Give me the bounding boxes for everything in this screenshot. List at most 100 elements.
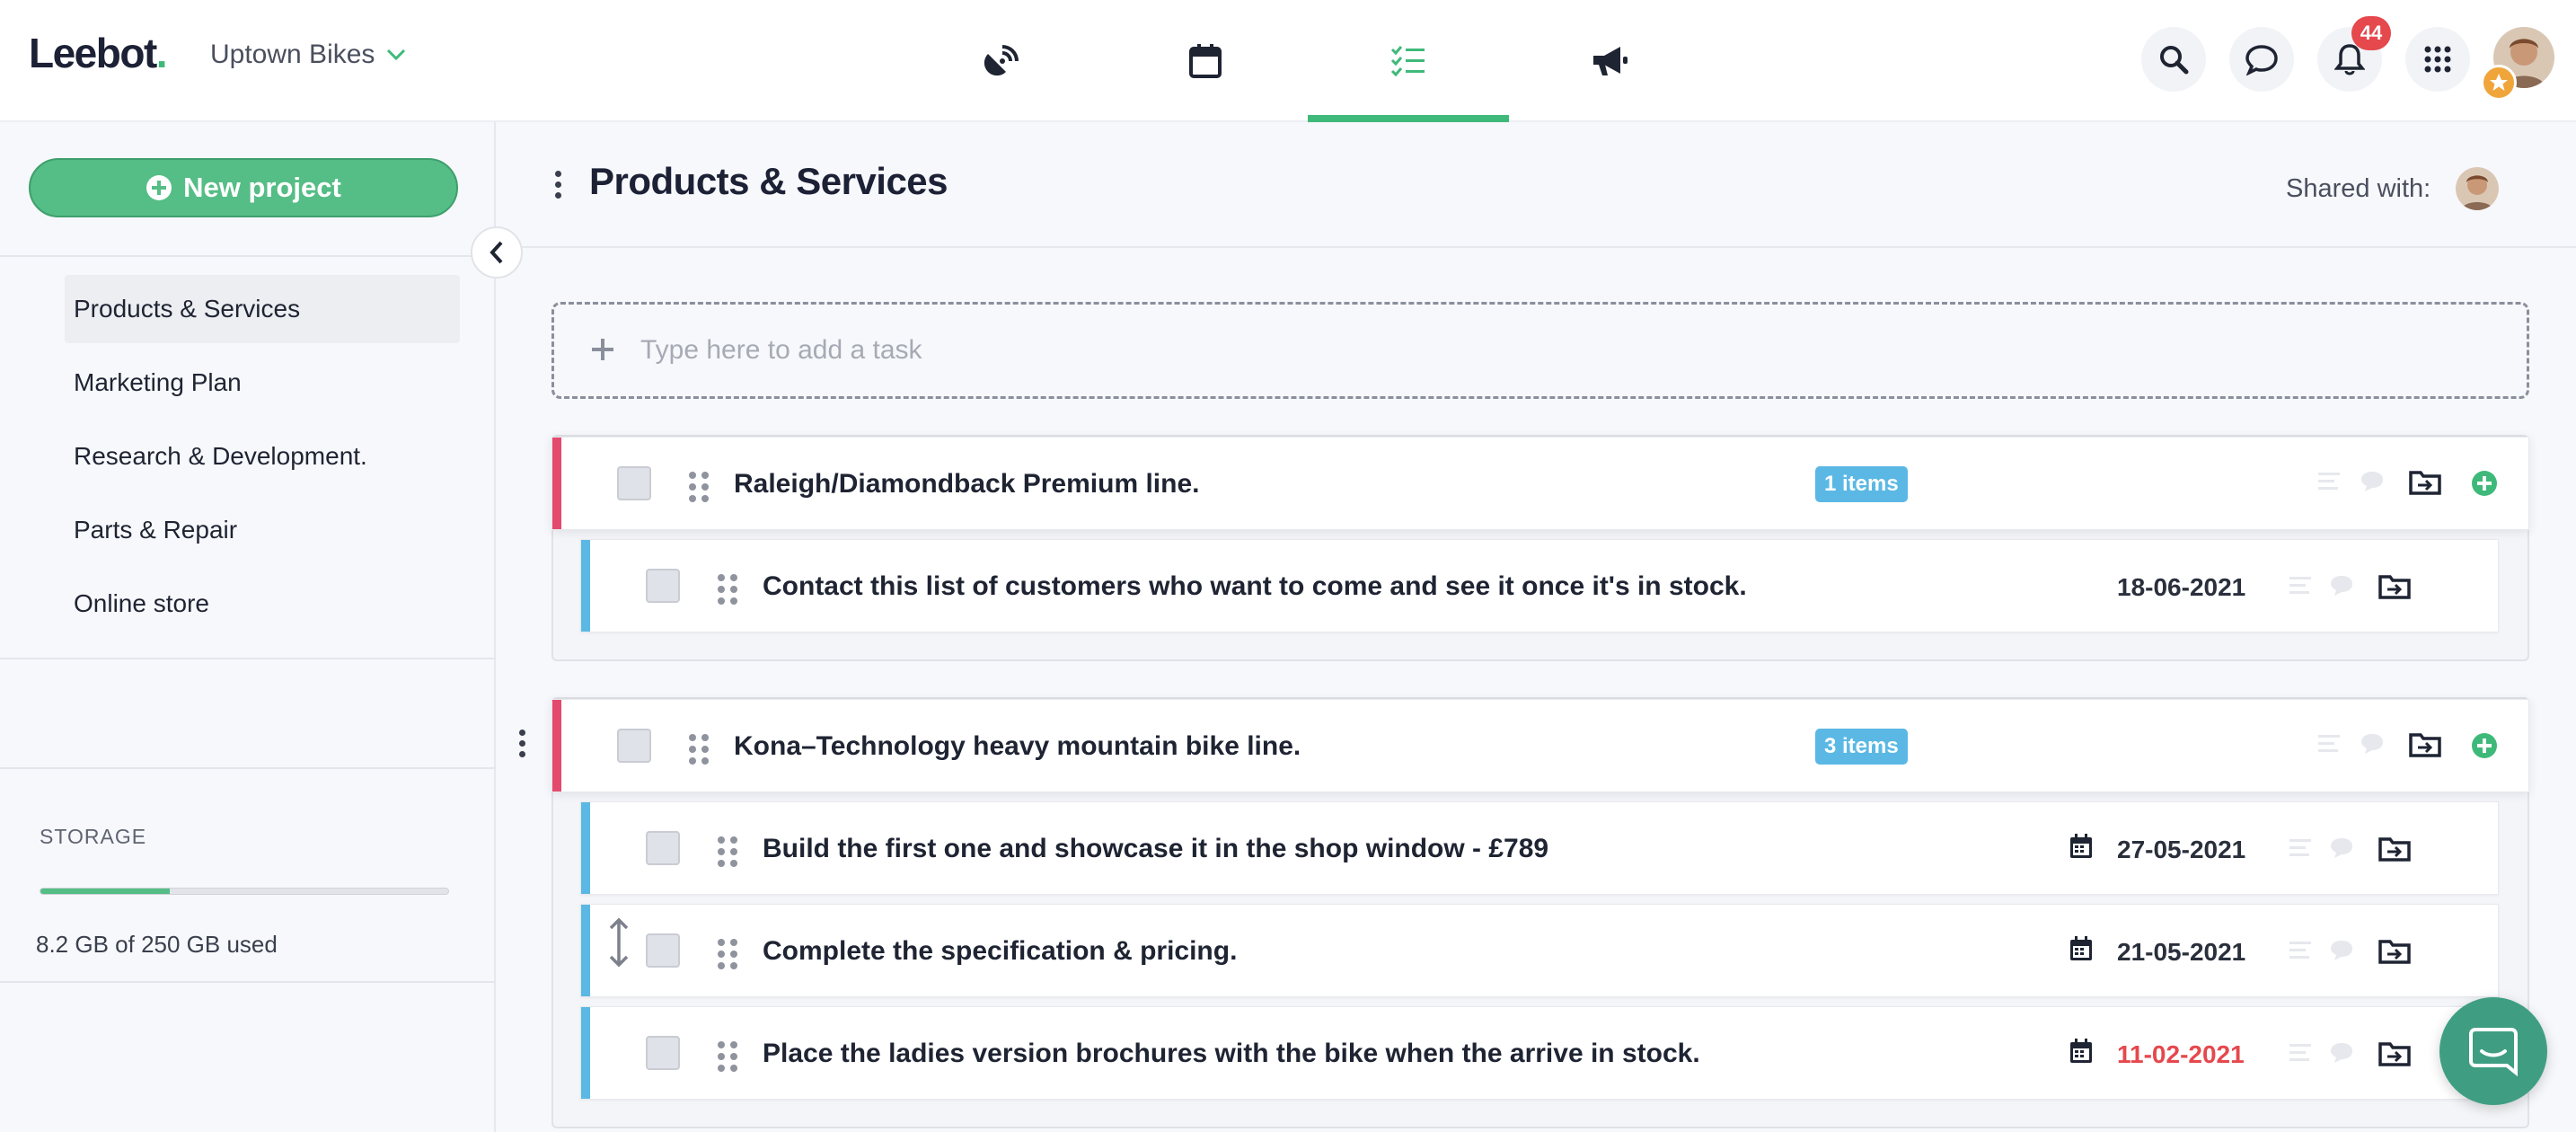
task-row[interactable]: Complete the specification & pricing. 21… (580, 904, 2499, 997)
drag-handle-icon[interactable] (718, 836, 737, 867)
sidebar: New project Products & Services Marketin… (0, 122, 496, 1132)
storage-usage-text: 8.2 GB of 250 GB used (36, 931, 278, 958)
sidebar-divider (0, 767, 496, 769)
organization-switcher[interactable]: Uptown Bikes (210, 40, 407, 70)
calendar-icon (2069, 935, 2094, 962)
task-title[interactable]: Complete the specification & pricing. (763, 936, 1237, 967)
task-row[interactable]: Build the first one and showcase it in t… (580, 801, 2499, 895)
move-to-folder-icon[interactable] (2408, 468, 2442, 497)
task-checkbox[interactable] (646, 933, 680, 968)
nav-tasks[interactable] (1308, 0, 1509, 122)
messages-button[interactable] (2229, 27, 2294, 92)
nav-calendar[interactable] (1105, 0, 1306, 122)
sidebar-project-online-store[interactable]: Online store (65, 570, 460, 638)
chat-bubble-icon (2245, 45, 2278, 75)
group-title[interactable]: Kona–Technology heavy mountain bike line… (734, 731, 1301, 762)
task-checkbox[interactable] (646, 569, 680, 603)
move-to-folder-icon[interactable] (2408, 730, 2442, 759)
move-to-folder-icon[interactable] (2378, 835, 2412, 863)
group-menu-kebab-icon[interactable] (519, 730, 525, 757)
search-button[interactable] (2141, 27, 2206, 92)
task-due-date[interactable]: 18-06-2021 (2117, 573, 2245, 602)
nav-satellite[interactable] (902, 0, 1103, 122)
shared-user-avatar[interactable] (2456, 167, 2499, 210)
comment-icon[interactable] (2329, 1041, 2354, 1065)
add-task-field[interactable] (551, 302, 2529, 399)
task-title[interactable]: Build the first one and showcase it in t… (763, 834, 1548, 864)
description-icon[interactable] (2316, 470, 2342, 493)
items-count-badge: 1 items (1815, 466, 1908, 502)
reorder-arrows-icon[interactable] (607, 916, 631, 968)
comment-icon[interactable] (2329, 574, 2354, 597)
storage-label: STORAGE (40, 825, 147, 848)
project-menu-kebab-icon[interactable] (555, 171, 561, 199)
task-list-icon (1390, 46, 1425, 77)
task-due-date[interactable]: 21-05-2021 (2117, 938, 2245, 967)
megaphone-icon (1593, 47, 1628, 75)
sidebar-divider (0, 658, 496, 659)
task-title[interactable]: Place the ladies version brochures with … (763, 1039, 1700, 1069)
calendar-icon (2069, 833, 2094, 860)
nav-announcements[interactable] (1509, 0, 1710, 122)
task-row[interactable]: Contact this list of customers who want … (580, 539, 2499, 632)
search-icon (2160, 46, 2189, 75)
sidebar-project-marketing-plan[interactable]: Marketing Plan (65, 349, 460, 417)
star-badge-icon (2481, 65, 2517, 101)
group-title[interactable]: Raleigh/Diamondback Premium line. (734, 469, 1199, 500)
sidebar-project-parts-repair[interactable]: Parts & Repair (65, 496, 460, 564)
notification-count-badge: 44 (2351, 16, 2391, 50)
sidebar-divider (0, 255, 496, 257)
organization-name: Uptown Bikes (210, 40, 375, 69)
task-row[interactable]: Place the ladies version brochures with … (580, 1006, 2499, 1100)
drag-handle-icon[interactable] (718, 939, 737, 969)
drag-handle-icon[interactable] (689, 472, 709, 502)
task-group-row[interactable]: Kona–Technology heavy mountain bike line… (551, 699, 2529, 792)
description-icon[interactable] (2288, 574, 2313, 597)
chat-widget-icon (2469, 1028, 2518, 1077)
description-icon[interactable] (2316, 732, 2342, 756)
task-checkbox[interactable] (646, 831, 680, 865)
move-to-folder-icon[interactable] (2378, 1039, 2412, 1068)
add-subtask-icon[interactable] (2471, 470, 2498, 497)
chevron-down-icon (387, 49, 406, 61)
task-color-stripe (581, 802, 590, 894)
description-icon[interactable] (2288, 1041, 2313, 1065)
move-to-folder-icon[interactable] (2378, 937, 2412, 966)
drag-handle-icon[interactable] (718, 1041, 737, 1072)
sidebar-project-research-development[interactable]: Research & Development. (65, 422, 460, 491)
description-icon[interactable] (2288, 836, 2313, 860)
task-due-date-overdue[interactable]: 11-02-2021 (2117, 1040, 2245, 1069)
task-due-date[interactable]: 27-05-2021 (2117, 836, 2245, 864)
apps-button[interactable] (2405, 27, 2470, 92)
task-group-row[interactable]: Raleigh/Diamondback Premium line. 1 item… (551, 437, 2529, 530)
new-project-button[interactable]: New project (29, 158, 458, 217)
collapse-sidebar-button[interactable] (471, 226, 523, 279)
plus-circle-icon (146, 175, 172, 200)
move-to-folder-icon[interactable] (2378, 572, 2412, 601)
comment-icon[interactable] (2329, 939, 2354, 962)
chevron-left-icon (490, 241, 503, 264)
group-checkbox[interactable] (617, 466, 651, 500)
comment-icon[interactable] (2360, 732, 2385, 756)
add-task-input[interactable] (639, 334, 2349, 367)
task-color-stripe (581, 540, 590, 632)
shared-with-label: Shared with: (2286, 174, 2431, 203)
add-subtask-icon[interactable] (2471, 732, 2498, 759)
calendar-icon (2069, 1038, 2094, 1065)
description-icon[interactable] (2288, 939, 2313, 962)
group-checkbox[interactable] (617, 729, 651, 763)
task-color-stripe (581, 1007, 590, 1099)
apps-grid-icon (2424, 46, 2451, 73)
task-title[interactable]: Contact this list of customers who want … (763, 571, 1747, 602)
group-color-stripe (552, 438, 561, 529)
app-logo[interactable]: Leebot. (29, 29, 168, 77)
task-checkbox[interactable] (646, 1036, 680, 1070)
comment-icon[interactable] (2360, 470, 2385, 493)
drag-handle-icon[interactable] (718, 574, 737, 605)
drag-handle-icon[interactable] (689, 734, 709, 765)
page-title: Products & Services (589, 160, 948, 202)
support-chat-button[interactable] (2439, 997, 2547, 1105)
sidebar-project-products-services[interactable]: Products & Services (65, 275, 460, 343)
comment-icon[interactable] (2329, 836, 2354, 860)
group-color-stripe (552, 700, 561, 792)
